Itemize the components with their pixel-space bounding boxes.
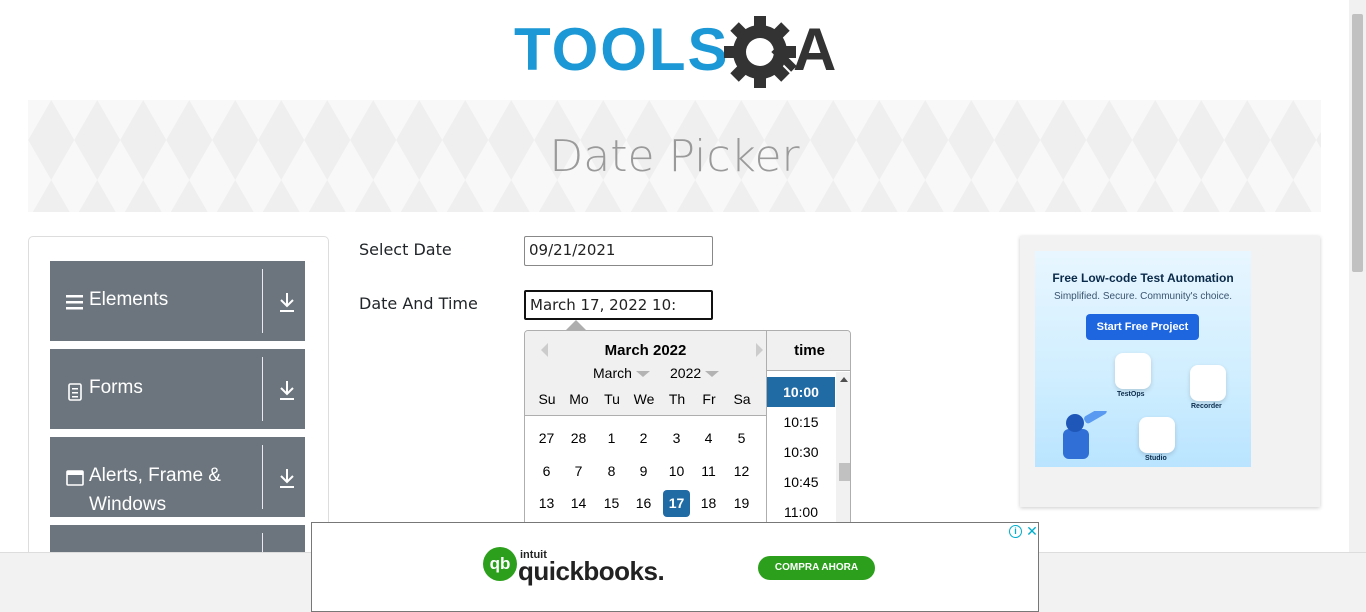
- time-option-selected[interactable]: 10:00: [767, 377, 835, 407]
- gear-icon: [724, 16, 797, 88]
- document-icon: [68, 383, 82, 401]
- day-cell[interactable]: 7: [565, 458, 592, 485]
- time-scrollbar-thumb[interactable]: [839, 463, 850, 481]
- weekday-label: Fr: [702, 391, 716, 407]
- ad-bottom[interactable]: qb intuit quickbooks. COMPRA AHORA i ✕: [311, 522, 1039, 612]
- buy-now-button[interactable]: COMPRA AHORA: [758, 556, 875, 580]
- toolsqa-logo[interactable]: TOOLS A: [514, 14, 839, 92]
- sidebar-group-alerts[interactable]: Alerts, Frame & Windows: [50, 437, 305, 517]
- select-date-input[interactable]: 09/21/2021: [524, 236, 713, 266]
- day-cell[interactable]: 19: [728, 490, 755, 517]
- product-label: Studio: [1145, 455, 1167, 462]
- weekday-label: Mo: [569, 391, 589, 407]
- recorder-icon: [1190, 365, 1226, 401]
- time-option[interactable]: 10:30: [767, 437, 835, 467]
- divider: [262, 357, 263, 421]
- day-cell[interactable]: 2: [630, 425, 657, 452]
- time-scrollbar[interactable]: [836, 372, 850, 529]
- next-month-icon[interactable]: [756, 343, 763, 357]
- day-cell-selected[interactable]: 17: [663, 490, 690, 517]
- current-month-title: March 2022: [604, 342, 687, 359]
- day-cell[interactable]: 3: [663, 425, 690, 452]
- download-arrow-icon[interactable]: [278, 379, 296, 401]
- day-cell[interactable]: 11: [695, 458, 722, 485]
- day-cell[interactable]: 16: [630, 490, 657, 517]
- weekday-label: Tu: [604, 391, 620, 407]
- divider: [262, 269, 263, 333]
- sidebar-group-forms[interactable]: Forms: [50, 349, 305, 429]
- weekday-label: Su: [538, 391, 556, 407]
- day-cell[interactable]: 28: [565, 425, 592, 452]
- year-select[interactable]: 2022: [670, 365, 720, 381]
- datepicker-caret: [566, 320, 586, 330]
- day-cell[interactable]: 5: [728, 425, 755, 452]
- day-cell[interactable]: 4: [695, 425, 722, 452]
- time-list: time 10:00 10:15 10:30 10:45 11:00: [766, 331, 850, 529]
- day-cell[interactable]: 15: [598, 490, 625, 517]
- download-arrow-icon[interactable]: [278, 467, 296, 489]
- quickbooks-logo-icon: qb: [483, 547, 517, 581]
- ad-right[interactable]: Free Low-code Test Automation Simplified…: [1020, 236, 1320, 507]
- chevron-down-icon: [635, 371, 650, 378]
- window-icon: [66, 470, 84, 486]
- select-date-label: Select Date: [359, 240, 452, 259]
- day-cell[interactable]: 9: [630, 458, 657, 485]
- product-label: TestOps: [1117, 391, 1145, 398]
- studio-icon: [1139, 417, 1175, 453]
- scroll-up-icon[interactable]: [840, 377, 848, 382]
- day-cell[interactable]: 10: [663, 458, 690, 485]
- day-cell[interactable]: 1: [598, 425, 625, 452]
- datepicker-header: March 2022 March 2022 Su Mo Tu We Th Fr Sa: [525, 331, 766, 416]
- sidebar-group-elements[interactable]: Elements: [50, 261, 305, 341]
- brand-name: quickbooks.: [518, 556, 665, 586]
- robot-arm-icon: [1063, 411, 1107, 459]
- sidebar: Elements Forms Alerts, Frame & Windows: [28, 236, 329, 566]
- testops-icon: [1115, 353, 1151, 389]
- logo-text-right: A: [793, 16, 836, 83]
- weekday-label: Sa: [733, 391, 751, 407]
- sidebar-group-label: Forms: [89, 377, 143, 398]
- day-cell[interactable]: 8: [598, 458, 625, 485]
- day-cell[interactable]: 27: [533, 425, 560, 452]
- ad-title: Free Low-code Test Automation: [1052, 271, 1234, 285]
- ad-creative[interactable]: Free Low-code Test Automation Simplified…: [1035, 251, 1251, 467]
- sidebar-group-label: Elements: [89, 289, 169, 310]
- start-free-project-button[interactable]: Start Free Project: [1086, 314, 1199, 340]
- year-select-value: 2022: [670, 365, 702, 381]
- time-option[interactable]: 10:45: [767, 467, 835, 497]
- close-icon[interactable]: ✕: [1025, 523, 1039, 539]
- day-cell[interactable]: 14: [565, 490, 592, 517]
- time-header: time: [767, 331, 850, 371]
- chevron-down-icon: [705, 371, 720, 378]
- download-arrow-icon[interactable]: [278, 291, 296, 313]
- logo-text-left: TOOLS: [514, 16, 730, 83]
- date-time-input[interactable]: March 17, 2022 10:: [524, 290, 713, 320]
- day-cell[interactable]: 18: [695, 490, 722, 517]
- page-title: Date Picker: [549, 130, 800, 182]
- weekday-label: Th: [668, 391, 686, 407]
- ad-info-icon[interactable]: i: [1009, 525, 1022, 538]
- month-select[interactable]: March: [593, 365, 650, 381]
- page: TOOLS A Date Picker Elements Forms Alert…: [0, 0, 1366, 612]
- day-cell[interactable]: 12: [728, 458, 755, 485]
- date-time-label: Date And Time: [359, 294, 478, 313]
- product-label: Recorder: [1191, 403, 1222, 410]
- hamburger-icon: [66, 295, 83, 310]
- day-cell[interactable]: 13: [533, 490, 560, 517]
- day-cell[interactable]: 6: [533, 458, 560, 485]
- page-scrollbar-thumb[interactable]: [1352, 14, 1363, 272]
- time-option[interactable]: 10:15: [767, 407, 835, 437]
- weekday-label: We: [633, 391, 655, 407]
- sidebar-group-label: Alerts, Frame & Windows: [89, 465, 221, 515]
- datepicker-popup: March 2022 March 2022 Su Mo Tu We Th Fr Sa 27 2…: [524, 330, 851, 530]
- page-banner: Date Picker: [28, 100, 1321, 212]
- month-select-value: March: [593, 365, 632, 381]
- ad-subtitle: Simplified. Secure. Community's choice.: [1053, 291, 1233, 302]
- divider: [262, 445, 263, 509]
